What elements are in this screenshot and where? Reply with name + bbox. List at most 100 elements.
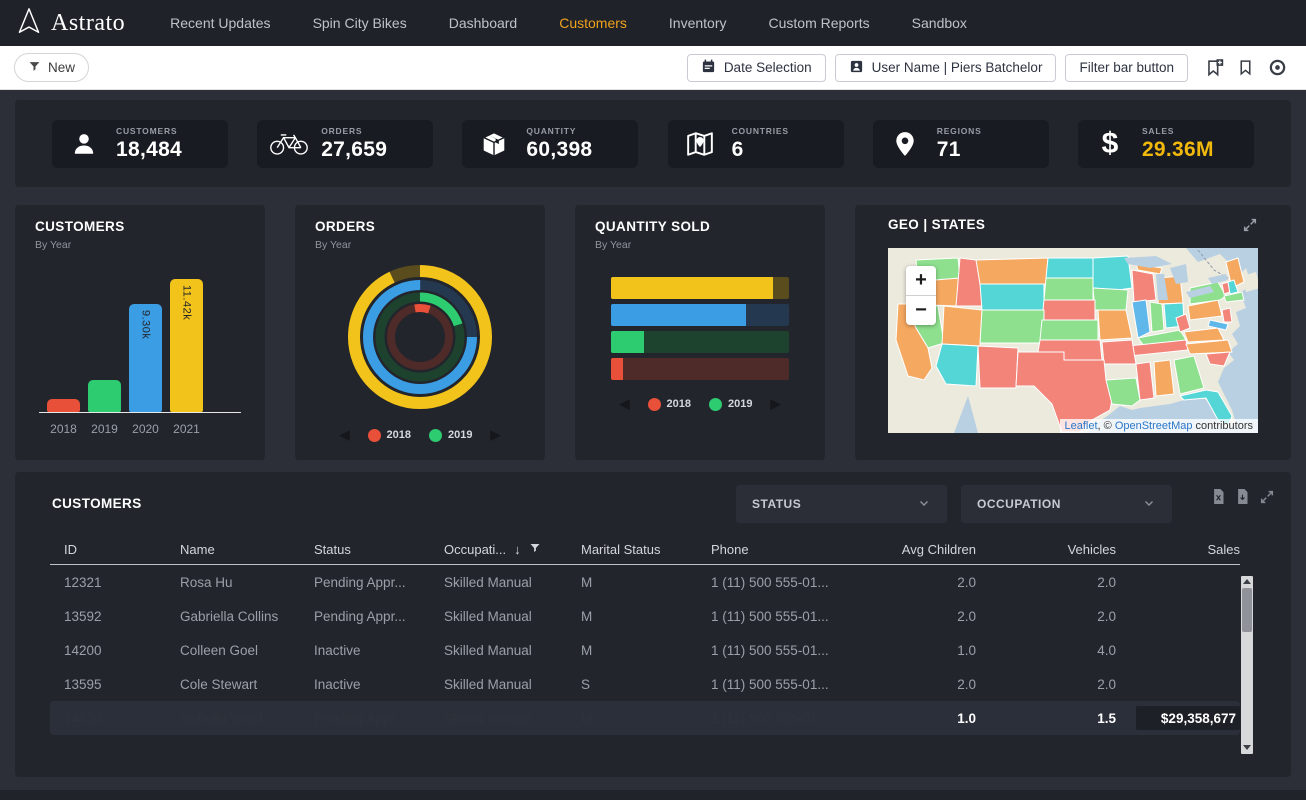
legend-entry-2019[interactable]: 2019	[429, 429, 472, 442]
chevron-down-icon	[917, 496, 931, 513]
expand-icon[interactable]	[1242, 217, 1258, 238]
legend-entry-2019[interactable]: 2019	[709, 398, 752, 411]
zoom-out-button[interactable]: −	[906, 295, 936, 325]
column-header-status[interactable]: Status	[314, 542, 444, 557]
expand-icon[interactable]	[1259, 489, 1275, 510]
bookmark-icon[interactable]	[1237, 58, 1254, 77]
leaflet-map[interactable]: + − Leaflet, © OpenStreetMap contributor…	[888, 248, 1258, 433]
scroll-up-icon[interactable]	[1241, 577, 1253, 587]
table-row[interactable]: 14200 Colleen Goel Inactive Skilled Manu…	[50, 633, 1240, 667]
excel-export-icon[interactable]	[1211, 488, 1226, 510]
column-header-occupati[interactable]: Occupati... ↓	[444, 542, 581, 557]
cell-occupation: Skilled Manual	[444, 677, 581, 692]
user-name-label: User Name | Piers Batchelor	[872, 60, 1043, 75]
hbar-2019[interactable]	[611, 331, 789, 353]
brand-name: Astrato	[51, 10, 125, 37]
quantity-legend: ◀ 2018 2019 ▶	[595, 396, 805, 412]
nav-item-customers[interactable]: Customers	[538, 15, 648, 31]
cell-occupation: Skilled Manual	[444, 643, 581, 658]
kpi-label: COUNTRIES	[732, 126, 789, 136]
column-header-marital-status[interactable]: Marital Status	[581, 542, 711, 557]
nav-item-sandbox[interactable]: Sandbox	[891, 15, 988, 31]
legend-entry-2018[interactable]: 2018	[368, 429, 411, 442]
table-row[interactable]: 12321 Rosa Hu Pending Appr... Skilled Ma…	[50, 565, 1240, 599]
orders-legend: ◀ 2018 2019 ▶	[315, 427, 525, 443]
bar-value-label: 9.30k	[140, 310, 152, 339]
brand[interactable]: Astrato	[16, 6, 125, 41]
legend-next-icon[interactable]: ▶	[490, 427, 500, 443]
total-sales-value: $29,358,677	[1161, 711, 1240, 726]
date-selection-label: Date Selection	[724, 60, 812, 75]
column-header-sales[interactable]: Sales	[1116, 542, 1240, 557]
document-export-icon[interactable]	[1235, 488, 1250, 510]
column-header-name[interactable]: Name	[180, 542, 314, 557]
legend-prev-icon[interactable]: ◀	[340, 427, 350, 443]
toolbar-right: Date Selection User Name | Piers Batchel…	[687, 54, 1292, 82]
legend-next-icon[interactable]: ▶	[770, 396, 780, 412]
user-name-button[interactable]: User Name | Piers Batchelor	[835, 54, 1057, 82]
hbar-2021[interactable]	[611, 277, 789, 299]
legend-dot	[648, 398, 661, 411]
bookmark-add-icon[interactable]	[1205, 58, 1224, 77]
pinned-totals-area: 14830 Isabella Ward Pending Appr... Skil…	[50, 701, 1240, 735]
package-icon	[474, 131, 514, 157]
table-row[interactable]: 13592 Gabriella Collins Pending Appr... …	[50, 599, 1240, 633]
column-header-vehicles[interactable]: Vehicles	[976, 542, 1116, 557]
bar-2021[interactable]: 11.42k	[170, 279, 203, 412]
column-header-id[interactable]: ID	[50, 542, 180, 557]
zoom-in-button[interactable]: +	[906, 266, 936, 295]
bar-2019[interactable]	[88, 380, 121, 412]
osm-link[interactable]: OpenStreetMap	[1115, 420, 1193, 432]
cell-marital-status: M	[581, 609, 711, 624]
sort-desc-icon[interactable]: ↓	[514, 542, 521, 557]
dollar-icon: $	[1090, 129, 1130, 159]
kpi-value: 60,398	[526, 138, 592, 162]
date-selection-button[interactable]: Date Selection	[687, 54, 826, 82]
cell-vehicles: 4.0	[976, 643, 1116, 658]
legend-entry-2018[interactable]: 2018	[648, 398, 691, 411]
column-header-phone[interactable]: Phone	[711, 542, 871, 557]
filter-bar-button[interactable]: Filter bar button	[1065, 54, 1188, 82]
kpi-label: QUANTITY	[526, 126, 592, 136]
eye-icon[interactable]	[1267, 57, 1288, 78]
hbar-2018[interactable]	[611, 358, 789, 380]
filter-dropdown-occupation[interactable]: OCCUPATION	[961, 485, 1172, 523]
kpi-strip: CUSTOMERS 18,484 ORDERS 27,659 QUANTITY …	[15, 100, 1291, 187]
pin-icon	[885, 130, 925, 158]
cell-phone: 1 (11) 500 555-01...	[711, 575, 871, 590]
column-header-avg-children[interactable]: Avg Children	[871, 542, 976, 557]
leaflet-link[interactable]: Leaflet	[1065, 420, 1098, 432]
cell-vehicles: 2.0	[976, 609, 1116, 624]
table-row[interactable]: 13595 Cole Stewart Inactive Skilled Manu…	[50, 667, 1240, 701]
scroll-down-icon[interactable]	[1241, 743, 1253, 753]
nav-item-dashboard[interactable]: Dashboard	[428, 15, 539, 31]
nav-item-spin-city-bikes[interactable]: Spin City Bikes	[292, 15, 428, 31]
hbar-fill	[611, 358, 623, 380]
user-badge-icon	[849, 59, 864, 77]
scrollbar-thumb[interactable]	[1242, 588, 1252, 632]
bar-2018[interactable]	[47, 399, 80, 412]
new-filter-label: New	[48, 60, 75, 75]
hbar-2020[interactable]	[611, 304, 789, 326]
filter-dropdown-status[interactable]: STATUS	[736, 485, 947, 523]
cell-phone: 1 (11) 500 555-01...	[711, 643, 871, 658]
new-filter-button[interactable]: New	[14, 53, 89, 82]
kpi-value: 71	[937, 138, 982, 162]
nav-item-custom-reports[interactable]: Custom Reports	[748, 15, 891, 31]
bicycle-icon	[269, 131, 309, 157]
bar-chart: 9.30k 11.42k	[47, 277, 241, 412]
kpi-card-countries: COUNTRIES 6	[668, 120, 844, 168]
cell-vehicles: 2.0	[976, 575, 1116, 590]
nav-item-recent-updates[interactable]: Recent Updates	[149, 15, 291, 31]
bar-2020[interactable]: 9.30k	[129, 304, 162, 412]
filter-icon[interactable]	[529, 542, 541, 557]
table-header-row: IDNameStatus Occupati... ↓ Marital Statu…	[50, 535, 1240, 565]
nav-item-inventory[interactable]: Inventory	[648, 15, 748, 31]
filter-label: OCCUPATION	[977, 497, 1061, 511]
bar-value-label: 11.42k	[181, 285, 193, 320]
legend-prev-icon[interactable]: ◀	[620, 396, 630, 412]
hbar-fill	[611, 331, 644, 353]
table-scrollbar[interactable]	[1241, 576, 1253, 754]
cell-phone: 1 (11) 500 555-01...	[711, 677, 871, 692]
table-totals-row: 1.0 1.5 $29,358,677	[50, 701, 1240, 735]
